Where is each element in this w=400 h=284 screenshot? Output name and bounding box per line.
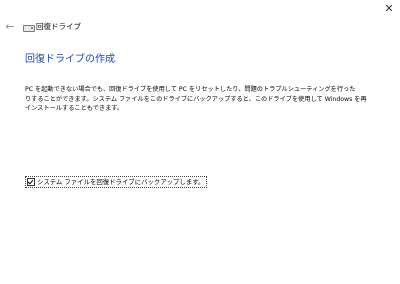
back-arrow-icon[interactable]: ← [3, 20, 17, 34]
description-line: りすることができます。システム ファイルをこのドライブにバックアップすると、この… [25, 95, 367, 103]
page-title: 回復ドライブの作成 [25, 54, 115, 65]
description-line: インストールすることもできます。 [25, 105, 124, 113]
drive-icon [23, 25, 35, 32]
backup-system-files-checkbox[interactable]: システム ファイルを回復ドライブにバックアップします。 [25, 176, 208, 188]
description-text: PC を起動できない場合でも、回復ドライブを使用して PC をリセットしたり、問… [25, 85, 380, 114]
checkbox-label: システム ファイルを回復ドライブにバックアップします。 [37, 177, 205, 186]
close-icon[interactable]: ✕ [382, 2, 396, 16]
checkmark-icon[interactable] [27, 178, 35, 186]
title-bar: ← 回復ドライブ ✕ [0, 0, 400, 34]
description-line: PC を起動できない場合でも、回復ドライブを使用して PC をリセットしたり、問… [25, 86, 356, 93]
window-title: 回復ドライブ [36, 22, 81, 31]
